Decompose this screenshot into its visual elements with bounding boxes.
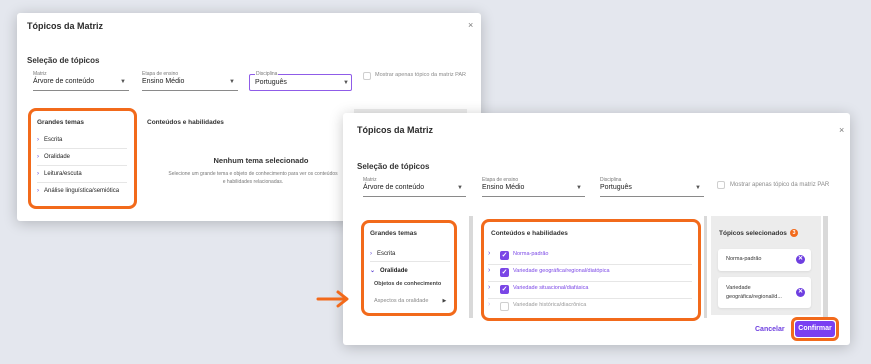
selected-count-badge: 3: [790, 229, 798, 237]
disciplina-label: Disciplina: [600, 177, 622, 183]
tema-label: Oralidade: [380, 268, 408, 274]
remove-icon[interactable]: ✕: [796, 288, 805, 297]
disciplina-value: Português: [255, 79, 287, 86]
conteudo-label: Variedade situacional/diafásica: [513, 285, 589, 291]
chevron-down-icon: ▼: [576, 185, 582, 191]
matriz-label: Matriz: [363, 177, 377, 183]
conteudo-label: Norma-padrão: [513, 251, 549, 257]
matriz-select[interactable]: Matriz Árvore de conteúdo ▼: [33, 71, 129, 91]
confirm-button[interactable]: Confirmar: [795, 321, 835, 337]
chevron-right-icon[interactable]: ›: [488, 250, 490, 257]
checkbox-empty[interactable]: [500, 302, 509, 311]
subitem-aspectos-oralidade[interactable]: Aspectos da oralidade ▶: [374, 298, 446, 304]
selected-item: Variedade geográfica/regional/d... ✕: [718, 277, 811, 308]
tema-label: Leitura/escuta: [44, 171, 82, 177]
objetos-conhecimento-label: Objetos de conhecimento: [374, 281, 442, 287]
close-button[interactable]: ×: [468, 20, 473, 30]
selecionados-header: Tópicos selecionados: [719, 230, 787, 237]
tema-item-escrita[interactable]: › Escrita: [37, 137, 62, 143]
disciplina-label: Disciplina: [255, 71, 279, 77]
matriz-select[interactable]: Matriz Árvore de conteúdo ▼: [363, 177, 466, 197]
conteudos-header: Conteúdos e habilidades: [147, 119, 224, 126]
selected-item-label: Variedade geográfica/regional/d...: [726, 285, 782, 300]
modal-title: Tópicos da Matriz: [27, 21, 104, 31]
tema-label: Escrita: [44, 137, 63, 143]
chevron-down-icon: ▼: [120, 79, 126, 85]
conteudo-label: Variedade histórica/diacrônica: [513, 302, 587, 308]
empty-state-title: Nenhum tema selecionado: [213, 156, 309, 165]
tema-item-oralidade[interactable]: › Oralidade: [37, 154, 70, 160]
close-button[interactable]: ×: [839, 125, 844, 135]
chevron-down-icon: ⌄: [370, 268, 376, 274]
conteudos-header: Conteúdos e habilidades: [491, 230, 568, 237]
tema-item-escrita[interactable]: › Escrita: [370, 251, 395, 257]
par-checkbox[interactable]: [363, 72, 371, 80]
chevron-right-icon[interactable]: ›: [488, 267, 490, 274]
matriz-label: Matriz: [33, 71, 47, 77]
par-checkbox-label: Mostrar apenas tópico da matriz PAR: [375, 72, 466, 78]
chevron-right-icon: ›: [37, 154, 39, 160]
disciplina-select[interactable]: Disciplina Português ▼: [600, 177, 704, 197]
tema-item-oralidade[interactable]: ⌄ Oralidade: [370, 267, 408, 274]
tema-label: Escrita: [377, 251, 396, 257]
disciplina-value: Português: [600, 184, 632, 191]
subitem-label: Aspectos da oralidade: [374, 298, 429, 304]
chevron-down-icon: ▼: [695, 185, 701, 191]
etapa-select[interactable]: Etapa de ensino Ensino Médio ▼: [142, 71, 238, 91]
caret-right-icon: ▶: [442, 298, 447, 304]
chevron-right-icon: ›: [370, 251, 372, 257]
etapa-value: Ensino Médio: [482, 184, 525, 191]
check-icon[interactable]: ✓: [500, 268, 509, 277]
check-icon[interactable]: ✓: [500, 285, 509, 294]
chevron-right-icon: ›: [37, 137, 39, 143]
chevron-right-icon[interactable]: ›: [488, 284, 490, 291]
selected-item: Norma-padrão ✕: [718, 249, 811, 271]
front-modal: Tópicos da Matriz × Seleção de tópicos M…: [343, 113, 850, 345]
chevron-right-icon[interactable]: ›: [488, 301, 490, 308]
scrollbar[interactable]: [704, 216, 707, 318]
grandes-temas-header: Grandes temas: [37, 119, 84, 126]
arrow-right-icon: [316, 290, 349, 308]
disciplina-select[interactable]: Disciplina Português ▼: [249, 71, 352, 91]
par-checkbox[interactable]: [717, 181, 725, 189]
tema-label: Análise linguística/semiótica: [44, 188, 120, 194]
scrollbar[interactable]: [469, 216, 473, 318]
tema-label: Oralidade: [44, 154, 71, 160]
chevron-right-icon: ›: [37, 171, 39, 177]
remove-icon[interactable]: ✕: [796, 255, 805, 264]
etapa-label: Etapa de ensino: [482, 177, 519, 183]
tema-item-analise[interactable]: › Análise linguística/semiótica: [37, 188, 119, 194]
chevron-down-icon: ▼: [229, 79, 235, 85]
grandes-temas-header: Grandes temas: [370, 230, 417, 237]
scrollbar[interactable]: [823, 216, 828, 318]
section-title: Seleção de tópicos: [27, 56, 100, 65]
etapa-select[interactable]: Etapa de ensino Ensino Médio ▼: [482, 177, 585, 197]
empty-state-description: Selecione um grande tema e objeto de con…: [168, 171, 338, 185]
selected-item-label: Norma-padrão: [726, 256, 762, 262]
chevron-down-icon: ▼: [343, 80, 349, 86]
matriz-value: Árvore de conteúdo: [33, 78, 95, 85]
section-title: Seleção de tópicos: [357, 162, 430, 171]
etapa-label: Etapa de ensino: [142, 71, 179, 77]
chevron-down-icon: ▼: [457, 185, 463, 191]
check-icon[interactable]: ✓: [500, 251, 509, 260]
par-checkbox-label: Mostrar apenas tópico da matriz PAR: [730, 182, 830, 188]
cancel-button[interactable]: Cancelar: [755, 326, 785, 333]
tema-item-leitura[interactable]: › Leitura/escuta: [37, 171, 82, 177]
conteudo-label: Variedade geográfica/regional/diatópica: [513, 268, 610, 274]
chevron-right-icon: ›: [37, 188, 39, 194]
matriz-value: Árvore de conteúdo: [363, 184, 425, 191]
etapa-value: Ensino Médio: [142, 78, 185, 85]
modal-title: Tópicos da Matriz: [357, 125, 434, 135]
